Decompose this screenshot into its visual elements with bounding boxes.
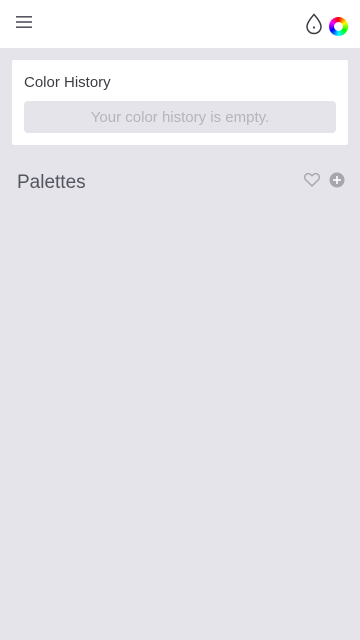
heart-icon bbox=[303, 172, 321, 192]
favorite-palettes-button[interactable] bbox=[302, 172, 322, 192]
color-history-title: Color History bbox=[24, 74, 111, 91]
palettes-title: Palettes bbox=[17, 172, 86, 193]
color-history-empty-message: Your color history is empty. bbox=[24, 101, 336, 133]
top-app-bar bbox=[0, 0, 360, 48]
eyedropper-button[interactable] bbox=[302, 12, 326, 40]
color-wheel-button[interactable] bbox=[327, 15, 349, 37]
menu-button[interactable] bbox=[12, 12, 36, 36]
eyedropper-icon bbox=[305, 12, 323, 40]
color-wheel-icon bbox=[328, 16, 348, 36]
menu-icon bbox=[16, 15, 32, 33]
add-palette-button[interactable] bbox=[327, 172, 347, 192]
add-circle-icon bbox=[329, 172, 345, 193]
color-history-card: Color History Your color history is empt… bbox=[12, 60, 348, 145]
